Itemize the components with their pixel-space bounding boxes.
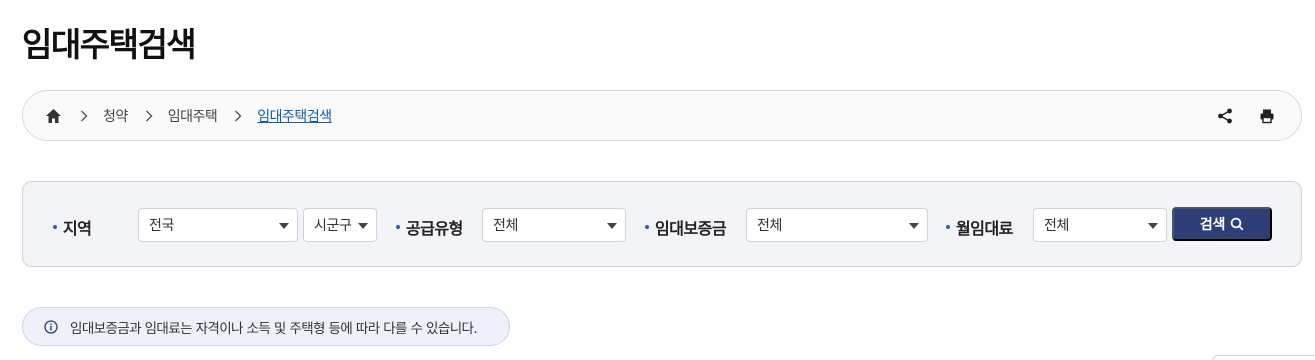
caret-down-icon: [607, 223, 617, 229]
chevron-right-icon: [227, 106, 249, 126]
caret-down-icon: [279, 223, 289, 229]
region-province-select[interactable]: 전국: [138, 208, 298, 242]
monthly-rent-select[interactable]: 전체: [1033, 208, 1167, 242]
monthly-rent-label: 월임대료: [946, 215, 1013, 239]
region-city-select[interactable]: 시군구: [303, 208, 377, 242]
caret-down-icon: [1148, 223, 1158, 229]
caret-down-icon: [358, 223, 368, 229]
region-label: 지역: [53, 215, 92, 239]
supply-type-label: 공급유형: [396, 215, 463, 239]
caret-down-icon: [909, 223, 919, 229]
share-icon[interactable]: [1215, 105, 1235, 127]
notice-text: 임대보증금과 임대료는 자격이나 소득 및 주택형 등에 따라 다를 수 있습니…: [70, 320, 478, 337]
print-icon[interactable]: [1257, 105, 1277, 127]
deposit-select[interactable]: 전체: [746, 208, 928, 242]
bullet-dot: [645, 225, 649, 229]
breadcrumb: 청약 임대주택 임대주택검색: [22, 90, 1302, 141]
home-icon[interactable]: [43, 106, 63, 126]
chevron-right-icon: [138, 106, 160, 126]
search-icon: [1230, 217, 1244, 231]
page-title: 임대주택검색: [22, 25, 197, 64]
chevron-right-icon: [73, 106, 95, 126]
bullet-dot: [53, 225, 57, 229]
breadcrumb-actions: [1215, 105, 1277, 127]
breadcrumb-item-subscription[interactable]: 청약: [103, 106, 128, 126]
info-icon: [43, 319, 59, 335]
search-button[interactable]: 검색: [1172, 207, 1272, 241]
deposit-label: 임대보증금: [645, 215, 727, 239]
supply-type-select[interactable]: 전체: [482, 208, 626, 242]
breadcrumb-item-current[interactable]: 임대주택검색: [257, 106, 332, 126]
notice-message: 임대보증금과 임대료는 자격이나 소득 및 주택형 등에 따라 다를 수 있습니…: [22, 307, 510, 346]
partial-control[interactable]: [1212, 355, 1315, 360]
bullet-dot: [396, 225, 400, 229]
search-filter-panel: 지역 전국 시군구 공급유형 전체 임대보증금 전체 월임대료 전체 검색: [22, 181, 1302, 267]
bullet-dot: [946, 225, 950, 229]
breadcrumb-item-rental-housing[interactable]: 임대주택: [168, 106, 218, 126]
